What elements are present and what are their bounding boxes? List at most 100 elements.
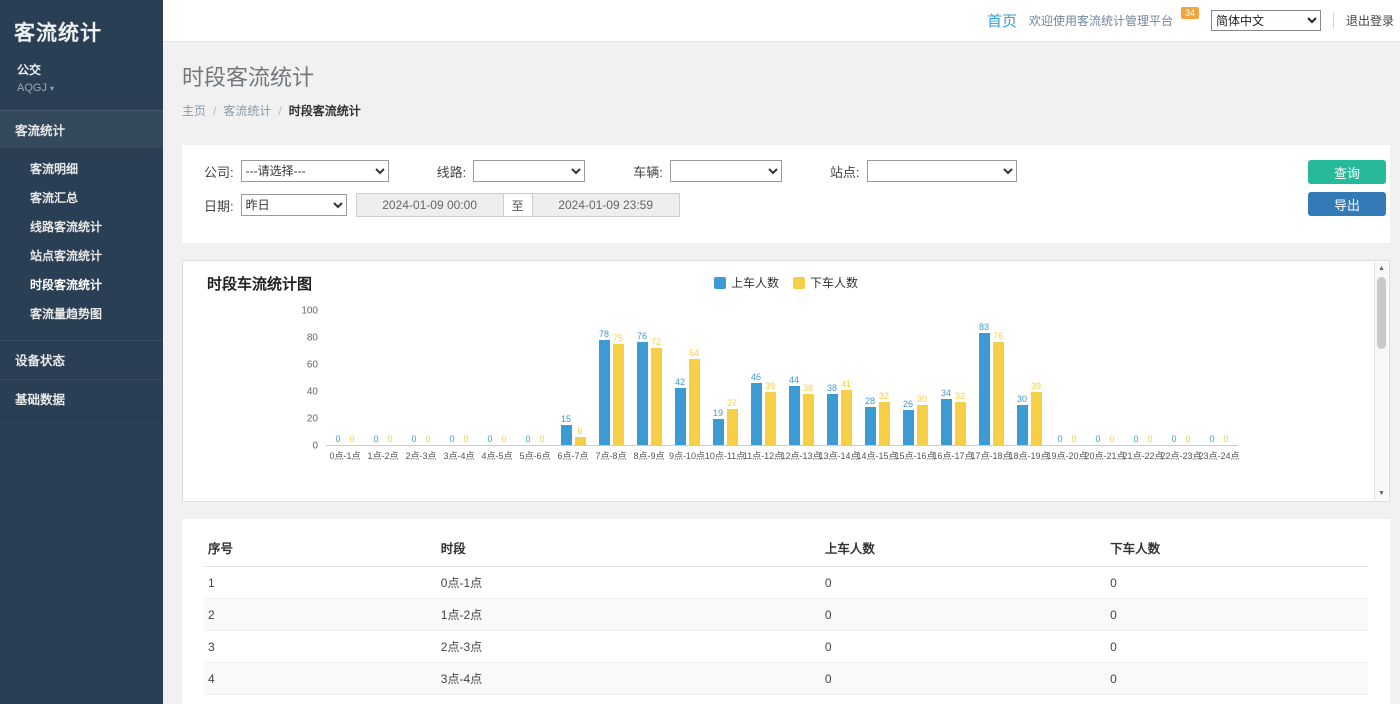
home-link[interactable]: 首页: [987, 10, 1017, 31]
breadcrumb-item[interactable]: 客流统计: [223, 104, 271, 118]
topbar: 首页 欢迎使用客流统计管理平台 34 简体中文 退出登录: [163, 0, 1400, 42]
filter-panel: 公司: ---请选择--- 线路: 车辆: 站点: 日期: 昨日 至: [182, 145, 1390, 243]
sidebar-item-站点客流统计[interactable]: 站点客流统计: [0, 241, 163, 270]
bar-column: 19: [713, 408, 724, 445]
scroll-down-icon[interactable]: ▼: [1375, 487, 1388, 500]
x-axis-label: 16点-17点: [932, 449, 973, 462]
x-axis-label: 10点-11点: [705, 449, 745, 462]
date-preset-select[interactable]: 昨日: [241, 194, 347, 216]
bar[interactable]: [917, 405, 928, 446]
bar[interactable]: [979, 333, 990, 445]
line-label: 线路:: [437, 162, 467, 181]
bar[interactable]: [637, 342, 648, 445]
content: 时段客流统计 主页/客流统计/时段客流统计 公司: ---请选择--- 线路: …: [163, 42, 1400, 704]
bar[interactable]: [561, 425, 572, 445]
bar[interactable]: [879, 402, 890, 445]
bar[interactable]: [803, 394, 814, 445]
bar-value-label: 41: [841, 379, 851, 389]
bar-column: 0: [1169, 434, 1180, 445]
breadcrumb-separator: /: [278, 104, 281, 118]
export-button[interactable]: 导出: [1308, 192, 1386, 216]
bar[interactable]: [613, 344, 624, 445]
sidebar-section-base-data[interactable]: 基础数据: [0, 379, 163, 418]
bar-value-label: 75: [613, 333, 623, 343]
sidebar-section-device-status[interactable]: 设备状态: [0, 340, 163, 379]
app-title: 客流统计: [0, 0, 163, 59]
bar-value-label: 0: [349, 434, 354, 444]
query-button[interactable]: 查询: [1308, 160, 1386, 184]
bar[interactable]: [993, 342, 1004, 445]
sidebar-item-客流明细[interactable]: 客流明细: [0, 154, 163, 183]
bar-value-label: 0: [1147, 434, 1152, 444]
legend-item[interactable]: 上车人数: [714, 274, 779, 291]
y-axis-tick: 40: [307, 387, 318, 398]
bar[interactable]: [865, 407, 876, 445]
legend-item[interactable]: 下车人数: [793, 274, 858, 291]
bar[interactable]: [689, 359, 700, 445]
date-to-input[interactable]: [532, 193, 680, 217]
bar-value-label: 0: [1109, 434, 1114, 444]
logout-link[interactable]: 退出登录: [1333, 13, 1394, 29]
table-cell: 0: [821, 567, 1106, 599]
chart-scrollbar[interactable]: ▲ ▼: [1374, 262, 1388, 500]
x-axis-label: 2点-3点: [405, 449, 436, 462]
bar-group: 0023点-24点: [1200, 310, 1238, 445]
bar[interactable]: [651, 348, 662, 445]
scroll-up-icon[interactable]: ▲: [1375, 262, 1388, 275]
notification-badge[interactable]: 34: [1181, 7, 1199, 19]
bar-column: 26: [903, 399, 914, 445]
bar[interactable]: [713, 419, 724, 445]
bar[interactable]: [765, 392, 776, 445]
bar-group: 0020点-21点: [1086, 310, 1124, 445]
bar[interactable]: [1031, 392, 1042, 445]
x-axis-label: 7点-8点: [595, 449, 626, 462]
company-select[interactable]: ---请选择---: [241, 160, 389, 182]
profile-user-dropdown[interactable]: AQGJ▾: [17, 82, 146, 94]
x-axis-label: 22点-23点: [1160, 449, 1201, 462]
bar[interactable]: [941, 399, 952, 445]
bar-group: 384113点-14点: [820, 310, 858, 445]
bar-column: 15: [561, 414, 572, 445]
scrollbar-thumb[interactable]: [1377, 277, 1386, 349]
bar[interactable]: [841, 390, 852, 445]
sidebar-item-时段客流统计[interactable]: 时段客流统计: [0, 270, 163, 299]
bar[interactable]: [827, 394, 838, 445]
bar-value-label: 0: [1209, 434, 1214, 444]
date-from-input[interactable]: [356, 193, 504, 217]
x-axis-label: 23点-24点: [1198, 449, 1239, 462]
table-row: 43点-4点00: [204, 663, 1368, 695]
chart-title: 时段车流统计图: [207, 276, 312, 293]
sidebar-item-客流量趋势图[interactable]: 客流量趋势图: [0, 299, 163, 328]
sidebar-section-passenger-stats[interactable]: 客流统计: [0, 110, 163, 149]
breadcrumb-item[interactable]: 主页: [182, 104, 206, 118]
sidebar-item-客流汇总[interactable]: 客流汇总: [0, 183, 163, 212]
bar-value-label: 83: [979, 322, 989, 332]
bar-value-label: 0: [373, 434, 378, 444]
bar[interactable]: [955, 402, 966, 445]
bar-group: 0019点-20点: [1048, 310, 1086, 445]
vehicle-select[interactable]: [670, 160, 782, 182]
bar-value-label: 42: [675, 377, 685, 387]
table-cell: 5: [204, 695, 437, 704]
bar[interactable]: [1017, 405, 1028, 446]
station-select[interactable]: [867, 160, 1017, 182]
table-cell: 0: [1106, 567, 1368, 599]
bar-value-label: 0: [411, 434, 416, 444]
bar-column: 0: [523, 434, 534, 445]
bar[interactable]: [727, 409, 738, 445]
bar-column: 0: [1069, 434, 1080, 445]
bar[interactable]: [903, 410, 914, 445]
bar[interactable]: [789, 386, 800, 445]
bar[interactable]: [751, 383, 762, 445]
line-select[interactable]: [473, 160, 585, 182]
main-area: 首页 欢迎使用客流统计管理平台 34 简体中文 退出登录 时段客流统计 主页/客…: [163, 0, 1400, 704]
bar-value-label: 39: [1031, 381, 1041, 391]
language-select[interactable]: 简体中文: [1211, 10, 1321, 31]
table-cell: 4: [204, 663, 437, 695]
sidebar-item-线路客流统计[interactable]: 线路客流统计: [0, 212, 163, 241]
bar[interactable]: [675, 388, 686, 445]
chart-body: 020406080100 000点-1点001点-2点002点-3点003点-4…: [292, 311, 1365, 446]
bar-column: 0: [537, 434, 548, 445]
bar[interactable]: [599, 340, 610, 445]
bar[interactable]: [575, 437, 586, 445]
